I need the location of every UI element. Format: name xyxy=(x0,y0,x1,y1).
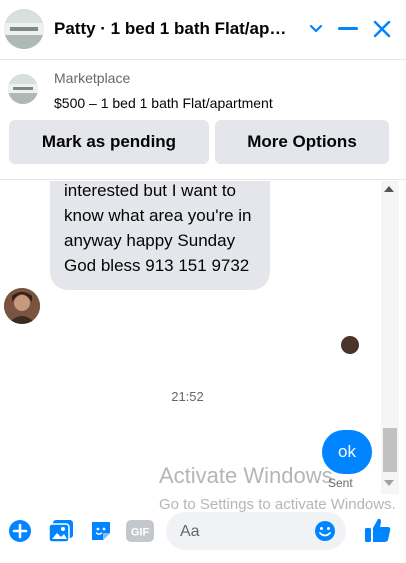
close-icon[interactable] xyxy=(368,15,396,43)
listing-title[interactable]: $500 – 1 bed 1 bath Flat/apartment xyxy=(54,95,273,111)
listing-thumbnail-icon xyxy=(4,9,44,49)
mark-as-pending-button[interactable]: Mark as pending xyxy=(9,120,209,164)
listing-image-icon xyxy=(8,74,38,104)
plus-circle-icon[interactable] xyxy=(7,518,33,544)
message-composer: GIF Aa xyxy=(0,505,406,563)
chat-header: Patty · 1 bed 1 bath Flat/ap… xyxy=(0,0,406,60)
photo-icon[interactable] xyxy=(48,518,74,544)
gif-icon[interactable]: GIF xyxy=(126,518,154,544)
activation-watermark-title: Activate Windows xyxy=(159,463,333,488)
chevron-down-icon[interactable] xyxy=(302,15,330,43)
scroll-down-icon[interactable] xyxy=(384,480,394,486)
marketplace-card: Marketplace $500 – 1 bed 1 bath Flat/apa… xyxy=(0,60,406,180)
seen-indicator-avatar xyxy=(341,336,359,354)
message-list[interactable]: me I am very much interested but I want … xyxy=(0,181,406,494)
message-input[interactable]: Aa xyxy=(166,512,346,550)
message-timestamp: 21:52 xyxy=(171,389,204,404)
thumbs-up-icon[interactable] xyxy=(363,515,393,545)
sticker-icon[interactable] xyxy=(88,518,114,544)
sender-avatar[interactable] xyxy=(4,288,40,324)
chat-title[interactable]: Patty · 1 bed 1 bath Flat/ap… xyxy=(54,19,302,39)
gif-label: GIF xyxy=(131,527,150,539)
marketplace-label: Marketplace xyxy=(54,70,131,86)
header-avatar[interactable] xyxy=(4,9,44,49)
more-options-button[interactable]: More Options xyxy=(215,120,389,164)
scrollbar-thumb[interactable] xyxy=(383,428,397,472)
incoming-message: me I am very much interested but I want … xyxy=(50,181,270,290)
minimize-icon[interactable] xyxy=(334,15,362,43)
message-input-placeholder: Aa xyxy=(180,523,200,540)
profile-photo-icon xyxy=(4,288,40,324)
emoji-icon[interactable] xyxy=(314,520,336,542)
listing-thumbnail[interactable] xyxy=(8,74,38,104)
scroll-up-icon[interactable] xyxy=(384,186,394,192)
